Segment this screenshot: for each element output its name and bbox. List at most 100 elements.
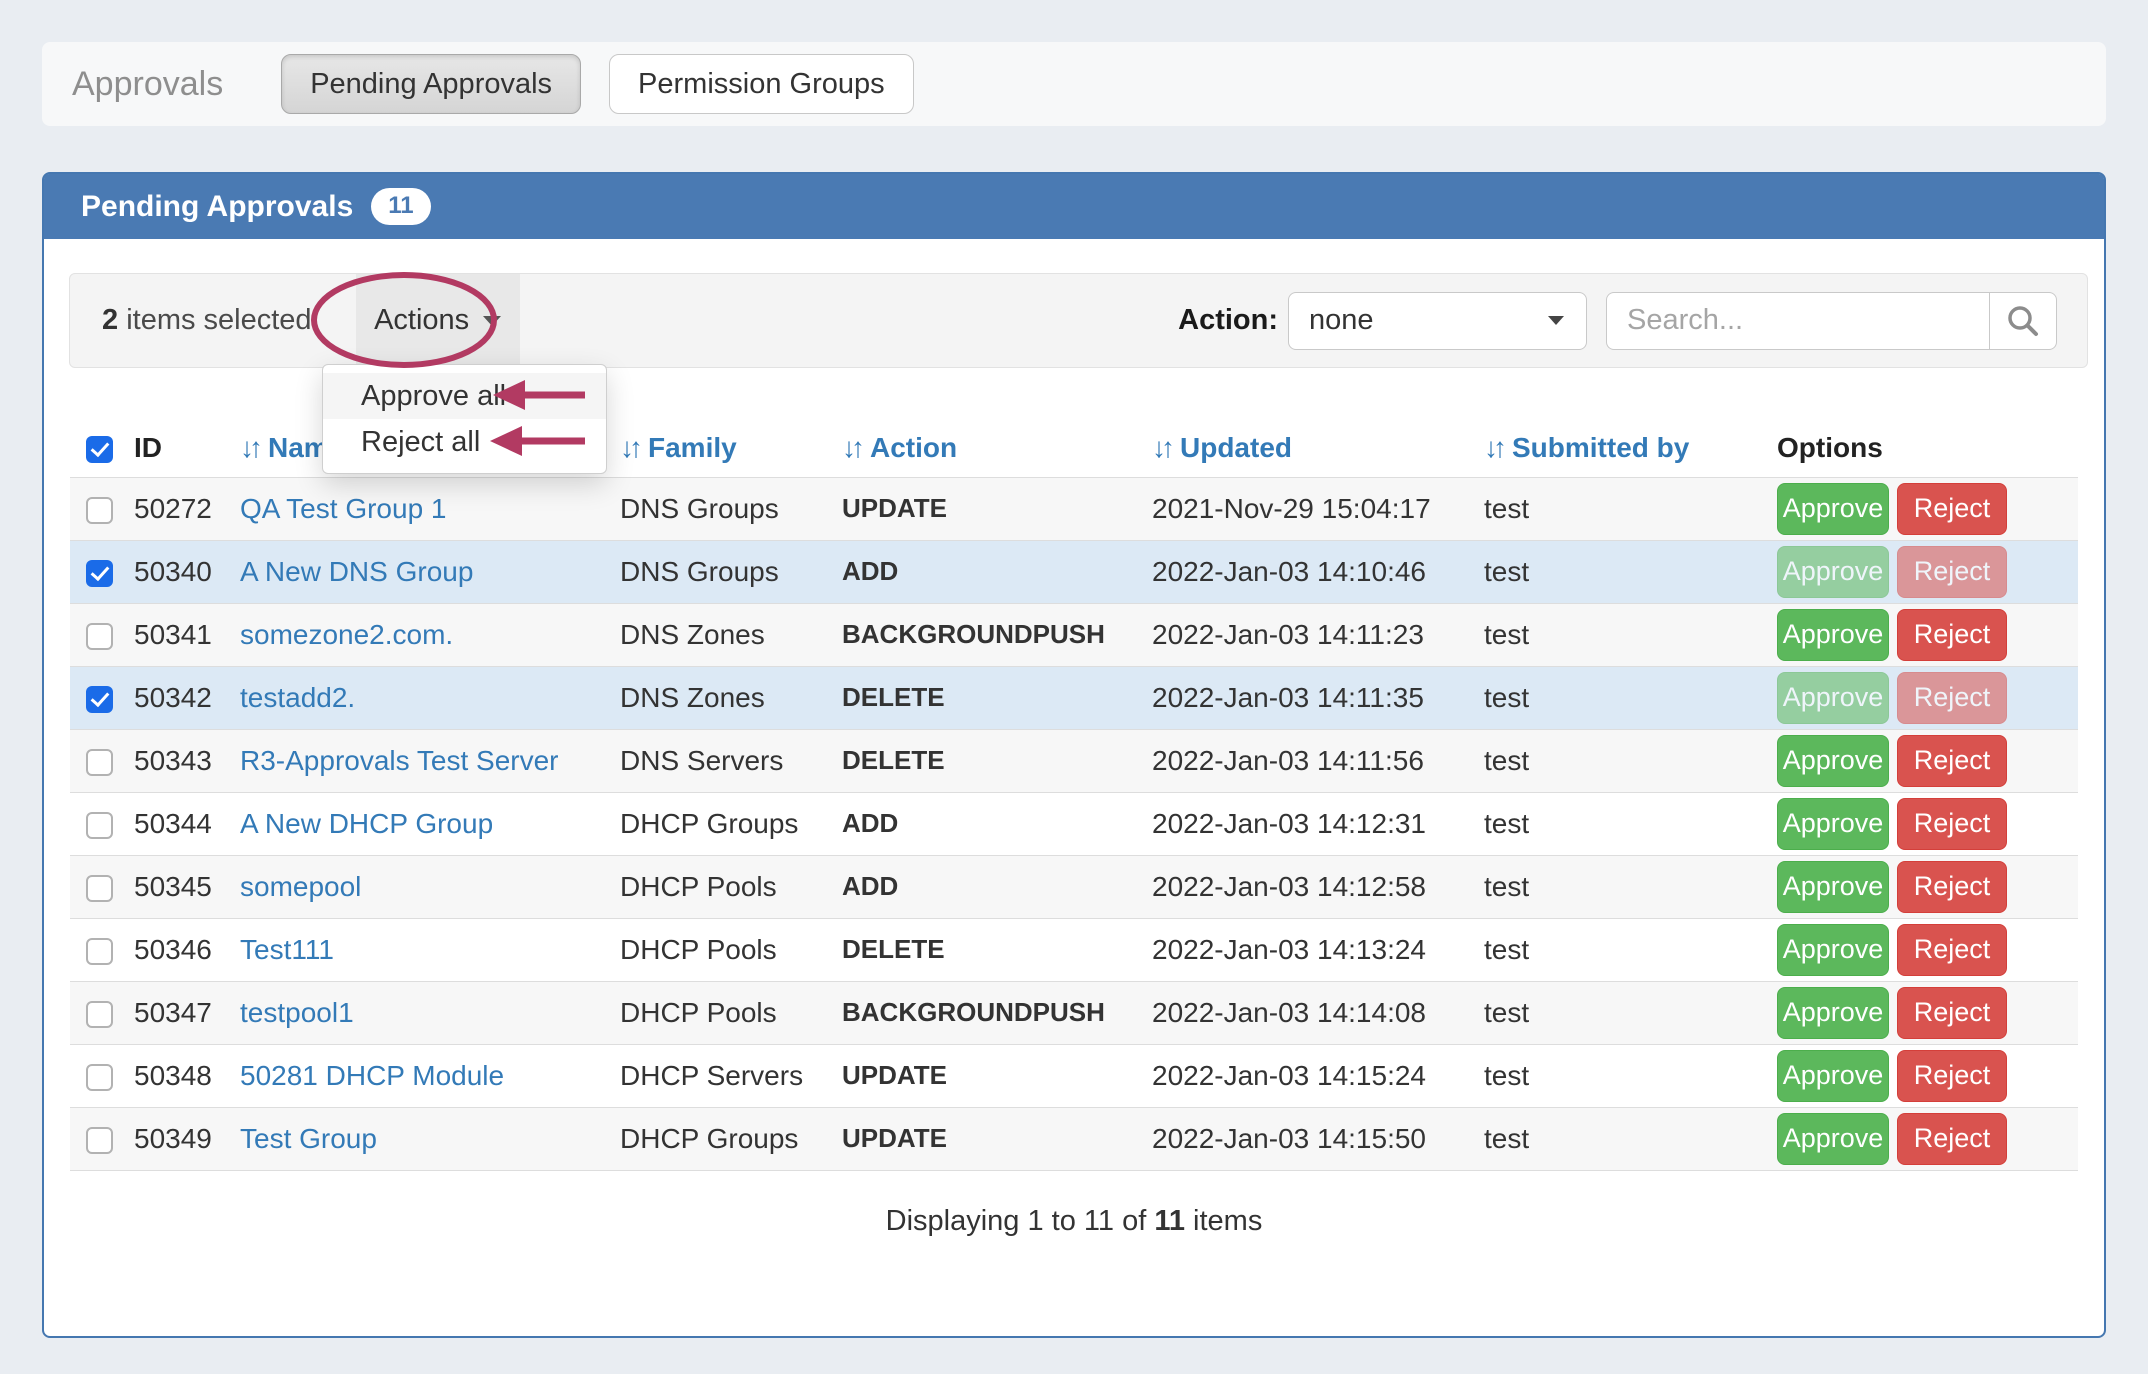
- column-header-options: Options: [1761, 420, 2078, 477]
- search-icon: [2005, 303, 2041, 339]
- reject-button[interactable]: Reject: [1897, 609, 2007, 661]
- row-checkbox[interactable]: [86, 812, 113, 839]
- table-row: 50342testadd2.DNS ZonesDELETE2022-Jan-03…: [70, 666, 2078, 729]
- row-checkbox[interactable]: [86, 1001, 113, 1028]
- reject-button[interactable]: Reject: [1897, 735, 2007, 787]
- reject-button[interactable]: Reject: [1897, 1113, 2007, 1165]
- approve-button[interactable]: Approve: [1777, 1050, 1889, 1102]
- row-name-link[interactable]: somezone2.com.: [240, 619, 453, 650]
- row-name-link[interactable]: QA Test Group 1: [240, 493, 447, 524]
- row-checkbox[interactable]: [86, 497, 113, 524]
- tab-pending-approvals[interactable]: Pending Approvals: [281, 54, 581, 114]
- column-header-family[interactable]: ↓↑Family: [604, 420, 826, 477]
- row-name-link[interactable]: A New DHCP Group: [240, 808, 493, 839]
- action-filter-select[interactable]: none: [1288, 292, 1587, 350]
- search-input[interactable]: [1606, 292, 1989, 350]
- row-action: DELETE: [826, 918, 1136, 981]
- column-header-updated[interactable]: ↓↑Updated: [1136, 420, 1468, 477]
- selected-count: 2: [102, 304, 118, 336]
- row-checkbox[interactable]: [86, 938, 113, 965]
- row-updated: 2022-Jan-03 14:15:50: [1136, 1107, 1468, 1170]
- row-checkbox[interactable]: [86, 560, 113, 587]
- row-name-cell: somezone2.com.: [224, 603, 604, 666]
- row-checkbox[interactable]: [86, 749, 113, 776]
- row-submitted-by: test: [1468, 855, 1761, 918]
- approve-button[interactable]: Approve: [1777, 609, 1889, 661]
- row-name-link[interactable]: testadd2.: [240, 682, 355, 713]
- row-checkbox[interactable]: [86, 623, 113, 650]
- row-id: 50348: [118, 1044, 224, 1107]
- reject-button[interactable]: Reject: [1897, 672, 2007, 724]
- actions-dropdown-button[interactable]: Actions: [356, 274, 520, 367]
- approve-button[interactable]: Approve: [1777, 483, 1889, 535]
- column-header-id: ID: [118, 420, 224, 477]
- toolbar: 2 items selected. Actions Action: none: [69, 273, 2088, 368]
- row-id: 50340: [118, 540, 224, 603]
- row-action: UPDATE: [826, 1044, 1136, 1107]
- table-row: 50349Test GroupDHCP GroupsUPDATE2022-Jan…: [70, 1107, 2078, 1170]
- row-name-link[interactable]: R3-Approvals Test Server: [240, 745, 559, 776]
- reject-button[interactable]: Reject: [1897, 924, 2007, 976]
- row-action: ADD: [826, 540, 1136, 603]
- select-all-checkbox[interactable]: [86, 436, 113, 463]
- row-checkbox[interactable]: [86, 875, 113, 902]
- table-row: 50345somepoolDHCP PoolsADD2022-Jan-03 14…: [70, 855, 2078, 918]
- count-badge: 11: [371, 188, 430, 224]
- column-header-submitted-by[interactable]: ↓↑ Submitted by: [1468, 420, 1761, 477]
- reject-button[interactable]: Reject: [1897, 483, 2007, 535]
- table-row: 5034850281 DHCP ModuleDHCP ServersUPDATE…: [70, 1044, 2078, 1107]
- panel-body: 2 items selected. Actions Action: none: [44, 239, 2104, 1334]
- row-checkbox-cell: [70, 1044, 118, 1107]
- row-name-link[interactable]: somepool: [240, 871, 361, 902]
- approve-button[interactable]: Approve: [1777, 735, 1889, 787]
- column-header-action[interactable]: ↓↑Action: [826, 420, 1136, 477]
- row-options-cell: ApproveReject: [1761, 477, 2078, 540]
- column-header-label: Submitted by: [1512, 432, 1689, 463]
- reject-button[interactable]: Reject: [1897, 798, 2007, 850]
- row-submitted-by: test: [1468, 477, 1761, 540]
- row-name-cell: R3-Approvals Test Server: [224, 729, 604, 792]
- reject-button[interactable]: Reject: [1897, 546, 2007, 598]
- row-name-link[interactable]: A New DNS Group: [240, 556, 473, 587]
- menu-item-reject-all[interactable]: Reject all: [323, 419, 606, 465]
- row-name-cell: testadd2.: [224, 666, 604, 729]
- row-checkbox[interactable]: [86, 1127, 113, 1154]
- approve-button[interactable]: Approve: [1777, 987, 1889, 1039]
- row-checkbox[interactable]: [86, 1064, 113, 1091]
- tab-permission-groups[interactable]: Permission Groups: [609, 54, 914, 114]
- menu-item-approve-all[interactable]: Approve all: [323, 373, 606, 419]
- row-family: DNS Zones: [604, 603, 826, 666]
- reject-button[interactable]: Reject: [1897, 1050, 2007, 1102]
- row-name-cell: 50281 DHCP Module: [224, 1044, 604, 1107]
- row-family: DHCP Groups: [604, 792, 826, 855]
- row-checkbox[interactable]: [86, 686, 113, 713]
- row-checkbox-cell: [70, 981, 118, 1044]
- approve-button[interactable]: Approve: [1777, 546, 1889, 598]
- reject-button[interactable]: Reject: [1897, 987, 2007, 1039]
- row-family: DNS Zones: [604, 666, 826, 729]
- approve-button[interactable]: Approve: [1777, 924, 1889, 976]
- action-filter-value: none: [1309, 304, 1374, 337]
- column-header-label: Family: [648, 432, 737, 463]
- sort-icon: ↓↑: [1484, 432, 1502, 463]
- row-updated: 2022-Jan-03 14:11:56: [1136, 729, 1468, 792]
- row-id: 50349: [118, 1107, 224, 1170]
- approve-button[interactable]: Approve: [1777, 672, 1889, 724]
- row-submitted-by: test: [1468, 540, 1761, 603]
- select-all-header-cell: [70, 420, 118, 477]
- row-name-link[interactable]: 50281 DHCP Module: [240, 1060, 504, 1091]
- approve-button[interactable]: Approve: [1777, 861, 1889, 913]
- row-checkbox-cell: [70, 1107, 118, 1170]
- approve-button[interactable]: Approve: [1777, 1113, 1889, 1165]
- search-button[interactable]: [1989, 292, 2057, 350]
- row-id: 50346: [118, 918, 224, 981]
- approve-button[interactable]: Approve: [1777, 798, 1889, 850]
- row-family: DHCP Pools: [604, 981, 826, 1044]
- row-id: 50341: [118, 603, 224, 666]
- row-name-link[interactable]: Test Group: [240, 1123, 377, 1154]
- row-submitted-by: test: [1468, 1107, 1761, 1170]
- reject-button[interactable]: Reject: [1897, 861, 2007, 913]
- row-id: 50272: [118, 477, 224, 540]
- row-name-link[interactable]: Test111: [240, 934, 334, 965]
- row-name-link[interactable]: testpool1: [240, 997, 354, 1028]
